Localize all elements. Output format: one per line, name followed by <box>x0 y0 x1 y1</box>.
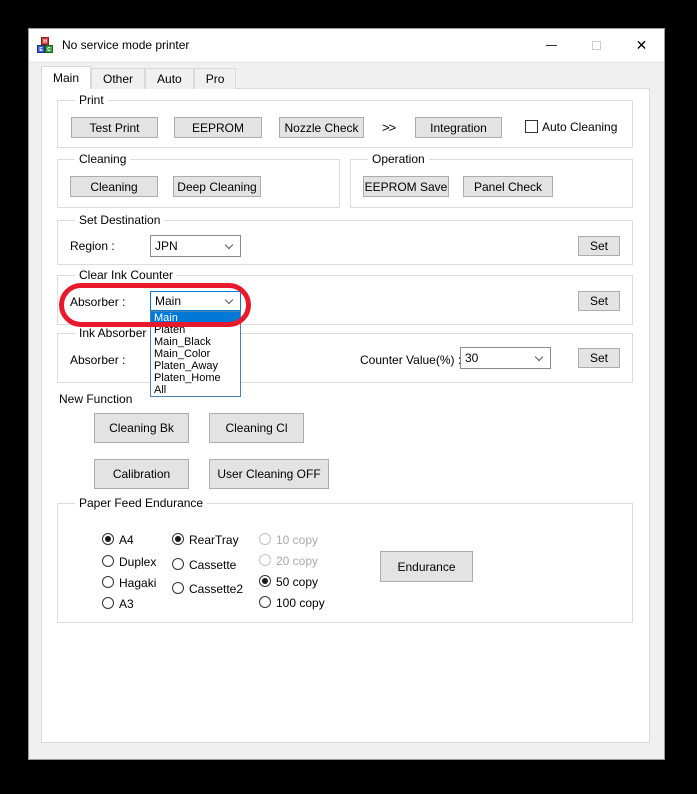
minimize-button[interactable] <box>529 29 574 61</box>
set-destination-group: Set Destination <box>57 213 633 265</box>
counter-value: 30 <box>465 351 479 365</box>
chevron-down-icon <box>224 240 234 250</box>
clear-ink-absorber-value: Main <box>155 294 182 308</box>
eeprom-save-button[interactable]: EEPROM Save <box>363 176 449 197</box>
minimize-icon <box>546 44 557 46</box>
auto-cleaning-label: Auto Cleaning <box>542 120 618 134</box>
user-cleaning-off-button[interactable]: User Cleaning OFF <box>209 459 329 489</box>
dropdown-item-main[interactable]: Main <box>151 312 240 324</box>
close-button[interactable]: ✕ <box>619 29 664 61</box>
radio-hagaki-label: Hagaki <box>119 576 157 590</box>
dropdown-item-all[interactable]: All <box>151 384 240 396</box>
tab-auto[interactable]: Auto <box>145 68 194 89</box>
radio-10copy-label: 10 copy <box>276 533 319 547</box>
dropdown-item-platen[interactable]: Platen <box>151 324 240 336</box>
cleaning-cl-button[interactable]: Cleaning Cl <box>209 413 304 443</box>
app-window: H E C No service mode printer ✕ Main Oth… <box>28 28 665 760</box>
panel-check-button[interactable]: Panel Check <box>463 176 553 197</box>
eeprom-button[interactable]: EEPROM <box>174 117 262 138</box>
clear-ink-absorber-combobox[interactable]: Main <box>150 291 241 311</box>
cleaning-group-label: Cleaning <box>75 152 131 166</box>
maximize-button[interactable] <box>574 29 619 61</box>
radio-hagaki[interactable] <box>102 576 114 588</box>
radio-a4[interactable] <box>102 533 114 545</box>
nozzle-check-button[interactable]: Nozzle Check <box>279 117 364 138</box>
dropdown-item-main-color[interactable]: Main_Color <box>151 348 240 360</box>
dropdown-item-main-black[interactable]: Main_Black <box>151 336 240 348</box>
operation-group-label: Operation <box>368 152 429 166</box>
calibration-button[interactable]: Calibration <box>94 459 189 489</box>
chevron-down-icon <box>224 295 234 305</box>
ink-absorber-absorber-label: Absorber : <box>70 353 126 367</box>
clear-ink-counter-group-label: Clear Ink Counter <box>75 268 178 282</box>
radio-duplex[interactable] <box>102 555 114 567</box>
title-bar: H E C No service mode printer ✕ <box>29 29 664 61</box>
clear-ink-absorber-label: Absorber : <box>70 295 126 309</box>
cleaning-button[interactable]: Cleaning <box>70 176 158 197</box>
test-print-button[interactable]: Test Print <box>71 117 158 138</box>
tab-main[interactable]: Main <box>41 66 92 89</box>
clear-ink-counter-group: Clear Ink Counter <box>57 268 633 325</box>
counter-value-combobox[interactable]: 30 <box>460 347 551 369</box>
dropdown-item-platen-away[interactable]: Platen_Away <box>151 360 240 372</box>
counter-value-label: Counter Value(%) : <box>360 353 462 367</box>
radio-50copy[interactable] <box>259 575 271 587</box>
radio-50copy-label: 50 copy <box>276 575 319 589</box>
integration-button[interactable]: Integration <box>415 117 502 138</box>
window-title: No service mode printer <box>62 38 190 52</box>
radio-cassette2-label: Cassette2 <box>189 582 244 596</box>
close-icon: ✕ <box>635 36 648 53</box>
cleaning-bk-button[interactable]: Cleaning Bk <box>94 413 189 443</box>
radio-cassette[interactable] <box>172 558 184 570</box>
absorber-dropdown-list: Main Platen Main_Black Main_Color Platen… <box>150 311 241 397</box>
radio-100copy-label: 100 copy <box>276 596 325 610</box>
app-icon-green-block: C <box>45 45 53 53</box>
tab-pro[interactable]: Pro <box>193 68 237 89</box>
arrow-separator: >> <box>382 120 396 135</box>
radio-a4-label: A4 <box>119 533 134 547</box>
paper-feed-endurance-group-label: Paper Feed Endurance <box>75 496 208 510</box>
set-destination-group-label: Set Destination <box>75 213 165 227</box>
radio-duplex-label: Duplex <box>119 555 157 569</box>
tab-other[interactable]: Other <box>91 68 146 89</box>
region-label: Region : <box>70 239 115 253</box>
radio-cassette2[interactable] <box>172 582 184 594</box>
tab-page-main: Print Test Print EEPROM Nozzle Check >> … <box>41 88 650 743</box>
app-icon: H E C <box>37 37 54 53</box>
print-group-label: Print <box>75 93 108 107</box>
radio-a3[interactable] <box>102 597 114 609</box>
radio-20copy <box>259 554 271 566</box>
new-function-label: New Function <box>59 392 133 406</box>
radio-reartray-label: RearTray <box>189 533 239 547</box>
radio-100copy[interactable] <box>259 596 271 608</box>
radio-reartray[interactable] <box>172 533 184 545</box>
endurance-button[interactable]: Endurance <box>380 551 473 582</box>
app-icon-red-block: H <box>41 37 49 45</box>
ink-absorber-set-button[interactable]: Set <box>578 348 620 368</box>
dropdown-item-platen-home[interactable]: Platen_Home <box>151 372 240 384</box>
deep-cleaning-button[interactable]: Deep Cleaning <box>173 176 261 197</box>
app-icon-blue-block: E <box>37 45 45 53</box>
region-combobox-value: JPN <box>155 239 178 253</box>
clear-ink-set-button[interactable]: Set <box>578 291 620 311</box>
auto-cleaning-checkbox[interactable] <box>525 120 538 133</box>
radio-a3-label: A3 <box>119 597 134 611</box>
chevron-down-icon <box>534 352 544 362</box>
region-combobox[interactable]: JPN <box>150 235 241 257</box>
radio-10copy <box>259 533 271 545</box>
radio-cassette-label: Cassette <box>189 558 237 572</box>
tab-strip: Main Other Auto Pro <box>41 66 237 89</box>
maximize-icon <box>592 40 601 50</box>
set-destination-set-button[interactable]: Set <box>578 236 620 256</box>
radio-20copy-label: 20 copy <box>276 554 319 568</box>
